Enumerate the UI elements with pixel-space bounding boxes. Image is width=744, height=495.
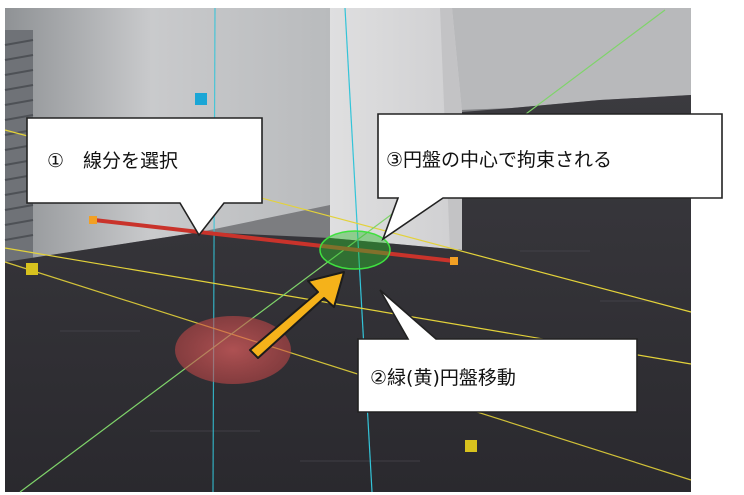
ar-viewport[interactable]: ① 線分を選択 ③円盤の中心で拘束される ②緑(黄)円盤移動	[0, 0, 744, 495]
handle-icon[interactable]	[89, 216, 97, 224]
handle-icon[interactable]	[465, 440, 477, 452]
green-disc[interactable]	[319, 230, 391, 270]
callout-constrained-text: ③円盤の中心で拘束される	[386, 149, 612, 171]
handle-icon[interactable]	[450, 257, 458, 265]
handle-icon[interactable]	[195, 93, 207, 105]
callout-select-segment-text: ① 線分を選択	[47, 150, 178, 172]
handle-icon[interactable]	[26, 263, 38, 275]
red-disc[interactable]	[175, 316, 291, 384]
callout-move-disc-text: ②緑(黄)円盤移動	[370, 367, 516, 389]
